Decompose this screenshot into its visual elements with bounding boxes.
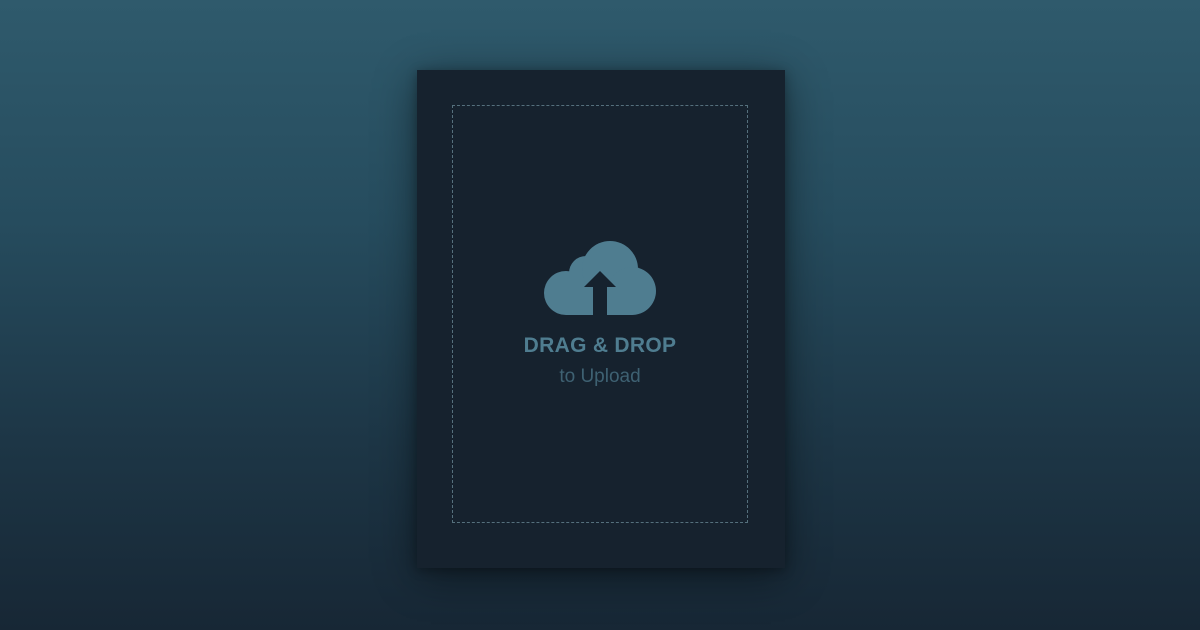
upload-card: DRAG & DROP to Upload xyxy=(417,70,785,568)
drop-zone[interactable]: DRAG & DROP to Upload xyxy=(452,105,748,523)
drop-title: DRAG & DROP xyxy=(523,334,677,357)
cloud-upload-icon xyxy=(544,241,656,315)
drop-subtitle: to Upload xyxy=(559,366,641,387)
